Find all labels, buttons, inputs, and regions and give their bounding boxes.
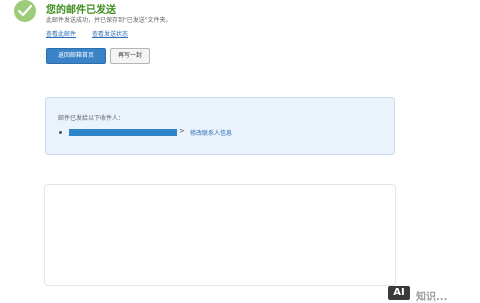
edit-contact-link[interactable]: 修改联系人信息 [190,128,232,137]
bullet-dot [59,131,62,134]
write-another-button[interactable]: 再写一封 [110,48,150,64]
success-check-icon [14,0,36,22]
content-panel [44,184,396,286]
watermark: AI 知识... [380,280,480,303]
watermark-text: 知识... [416,292,448,303]
recipients-panel: 邮件已发给以下收件人： > 修改联系人信息 [45,97,395,155]
recipient-arrow-icon: > [179,127,185,135]
view-send-status-link[interactable]: 查看发送状态 [92,29,128,38]
success-message: 此邮件发送成功，并已保存到"已发送"文件夹。 [46,17,172,24]
checkmark-icon [18,5,32,17]
recipients-title: 邮件已发给以下收件人： [58,115,125,122]
recipient-address-redacted [69,129,177,136]
back-to-inbox-button[interactable]: 返回邮箱首页 [46,48,106,64]
view-mail-link[interactable]: 查看此邮件 [46,29,76,38]
watermark-logo: AI [388,286,410,300]
page-title: 您的邮件已发送 [46,5,116,16]
